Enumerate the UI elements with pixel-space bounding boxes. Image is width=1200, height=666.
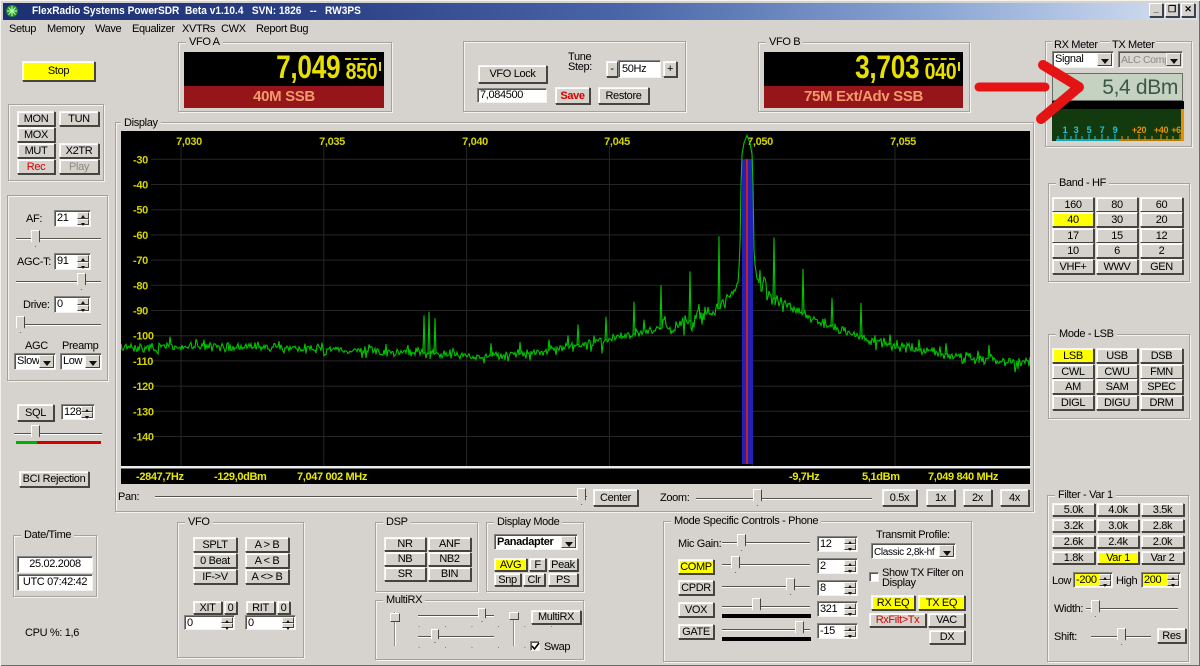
svg-text:7,030: 7,030 [176, 136, 202, 148]
svg-text:-110: -110 [133, 356, 153, 368]
svg-text:-130: -130 [133, 406, 154, 418]
svg-text:-9,7Hz: -9,7Hz [789, 471, 820, 483]
svg-text:7,055: 7,055 [890, 136, 916, 148]
svg-text:+20: +20 [1132, 125, 1147, 135]
svg-text:7: 7 [1100, 125, 1105, 135]
svg-text:-30: -30 [133, 154, 148, 166]
svg-text:-80: -80 [133, 280, 148, 292]
svg-text:-60: -60 [133, 230, 148, 242]
svg-text:-90: -90 [133, 306, 148, 318]
svg-text:-129,0dBm: -129,0dBm [214, 471, 267, 483]
svg-text:7,045: 7,045 [604, 136, 630, 148]
svg-text:7,049 840 MHz: 7,049 840 MHz [928, 471, 999, 483]
svg-text:-2847,7Hz: -2847,7Hz [136, 471, 184, 483]
svg-text:+40: +40 [1154, 125, 1169, 135]
svg-text:9: 9 [1113, 125, 1118, 135]
svg-text:5,1dBm: 5,1dBm [862, 471, 900, 483]
svg-text:-100: -100 [133, 331, 154, 343]
svg-text:-120: -120 [133, 381, 154, 393]
svg-text:-140: -140 [133, 432, 154, 444]
svg-text:+6: +6 [1171, 125, 1181, 135]
svg-text:-40: -40 [133, 180, 148, 192]
svg-text:-70: -70 [133, 255, 148, 267]
svg-text:7,035: 7,035 [319, 136, 345, 148]
svg-text:7,040: 7,040 [462, 136, 488, 148]
svg-text:7,047 002 MHz: 7,047 002 MHz [297, 471, 368, 483]
svg-text:-50: -50 [133, 205, 148, 217]
